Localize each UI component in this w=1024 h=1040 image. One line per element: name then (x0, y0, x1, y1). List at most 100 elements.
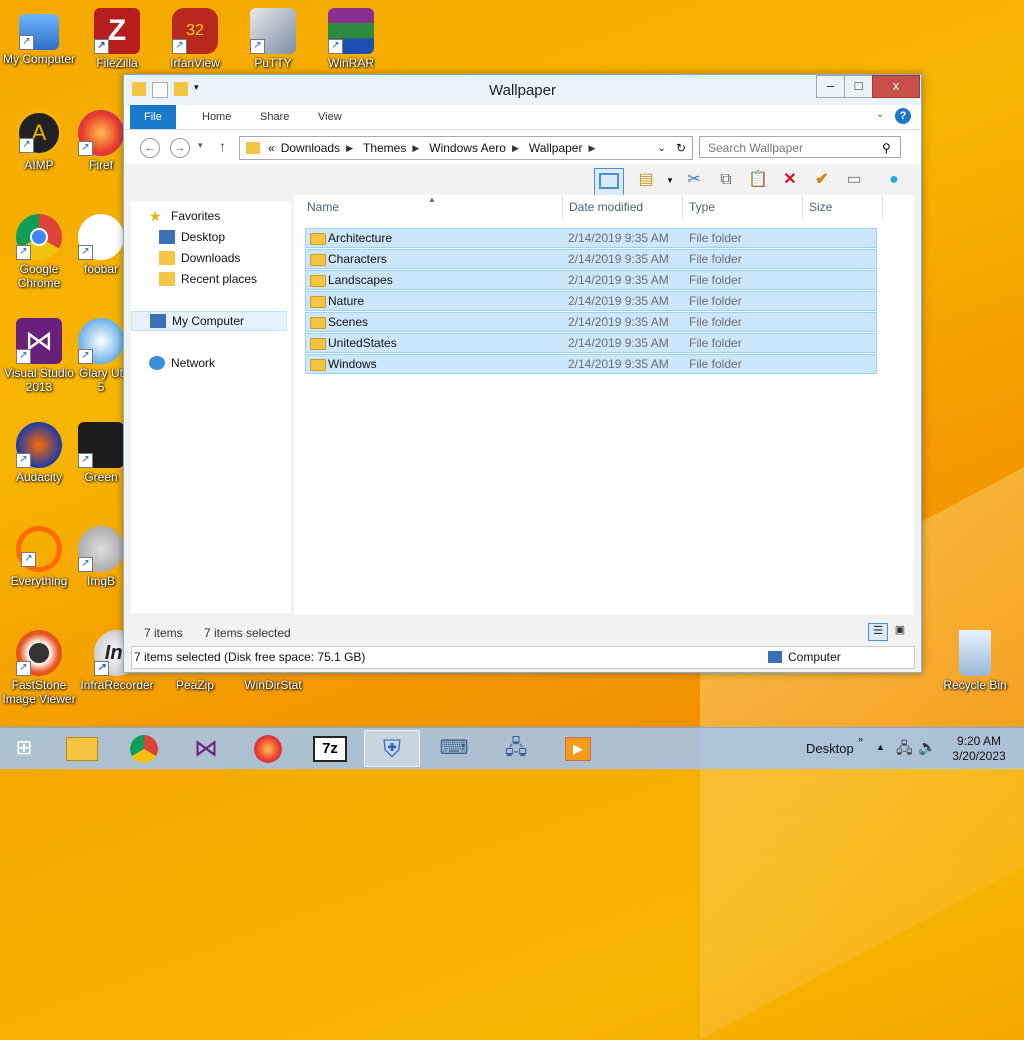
table-row[interactable]: Nature 2/14/2019 9:35 AM File folder (305, 291, 877, 311)
explorer-icon[interactable] (54, 730, 110, 767)
tab-home[interactable]: Home (188, 105, 245, 129)
putty-icon: ↗ (250, 8, 296, 54)
breadcrumb-wallpaper[interactable]: Wallpaper (529, 141, 583, 155)
copy-icon[interactable]: ⧉ (714, 168, 738, 192)
file-list: ▲ Name Date modified Type Size Architect… (294, 195, 914, 615)
column-header-size[interactable]: Size (803, 195, 883, 219)
desktop-icon-audacity[interactable]: ↗ Audacity (0, 422, 78, 484)
desktop-icon-greenshot[interactable]: ↗ Green (78, 422, 124, 484)
column-header-type[interactable]: Type (683, 195, 803, 219)
breadcrumb-separator-icon[interactable]: ▶ (346, 143, 353, 154)
chrome-icon[interactable] (116, 730, 172, 767)
nav-desktop[interactable]: Desktop (159, 227, 225, 247)
column-header-name[interactable]: Name (301, 195, 563, 219)
breadcrumb-themes[interactable]: Themes (363, 141, 406, 155)
desktop-icon-faststone[interactable]: ↗ FastStone Image Viewer (0, 630, 78, 706)
network-icon[interactable]: 🖧 (488, 730, 544, 767)
keyboard-icon[interactable]: ⌨ (426, 730, 482, 767)
taskbar: ⊞ ⋈ 7z ⛨ ⌨ 🖧 ▶ Desktop » ▲ 🖧 🔈 9:20 AM 3… (0, 727, 1024, 769)
nav-recent-places[interactable]: Recent places (159, 269, 257, 289)
breadcrumb-separator-icon[interactable]: ▶ (588, 143, 595, 154)
desktop-icon-aimp[interactable]: A ↗ AIMP (0, 110, 78, 172)
media-icon[interactable]: ▶ (550, 730, 606, 767)
desktop-icon-imgburn[interactable]: ↗ ImgB (78, 526, 124, 588)
preview-pane-icon[interactable] (594, 168, 624, 196)
desktop-toolbar-label[interactable]: Desktop (806, 741, 854, 756)
table-row[interactable]: Windows 2/14/2019 9:35 AM File folder (305, 354, 877, 374)
breadcrumb-overflow[interactable]: « (268, 141, 275, 155)
nav-downloads[interactable]: Downloads (159, 248, 240, 268)
table-row[interactable]: Architecture 2/14/2019 9:35 AM File folder (305, 228, 877, 248)
minimize-button[interactable]: – (816, 75, 845, 98)
desktop-icon-winrar[interactable]: ↗ WinRAR (312, 8, 390, 70)
table-row[interactable]: Landscapes 2/14/2019 9:35 AM File folder (305, 270, 877, 290)
organize-icon[interactable]: ▤ (634, 168, 658, 192)
desktop-icon-recycle-bin[interactable]: Recycle Bin (936, 630, 1014, 692)
chevron-down-icon[interactable]: ▾ (658, 168, 682, 192)
delete-icon[interactable]: ✕ (778, 168, 802, 192)
tab-share[interactable]: Share (246, 105, 303, 129)
breadcrumb-separator-icon[interactable]: ▶ (412, 143, 419, 154)
desktop-icon-filezilla[interactable]: Z ↗ FileZilla (78, 8, 156, 70)
tray-expand-icon[interactable]: ▲ (876, 742, 885, 752)
breadcrumb-separator-icon[interactable]: ▶ (512, 143, 519, 154)
address-bar[interactable]: « Downloads ▶ Themes ▶ Windows Aero ▶ Wallp… (239, 136, 693, 160)
security-icon[interactable]: ⛨ (364, 730, 420, 767)
up-button[interactable]: ↑ (219, 138, 226, 154)
explorer-window[interactable]: ▾ Wallpaper – □ x File Home Share View ⌄… (123, 74, 922, 673)
visual-studio-icon[interactable]: ⋈ (178, 730, 234, 767)
desktop-icon-irfanview[interactable]: 32 ↗ IrfanView (156, 8, 234, 70)
search-input[interactable]: Search Wallpaper (699, 136, 901, 158)
address-history-icon[interactable]: ⌄ (658, 143, 666, 154)
large-icons-view-icon[interactable]: ▣ (890, 623, 910, 641)
tab-file[interactable]: File (130, 105, 176, 129)
desktop-icon-firefox[interactable]: ↗ Firef (78, 110, 124, 172)
breadcrumb-windows-aero[interactable]: Windows Aero (429, 141, 506, 155)
clock[interactable]: 9:20 AM 3/20/2023 (944, 734, 1014, 764)
status-area: 7 items 7 items selected ☰ ▣ (124, 623, 919, 643)
faststone-icon: ↗ (16, 630, 62, 676)
firefox-icon[interactable] (240, 730, 296, 767)
downloads-icon (159, 251, 175, 265)
maximize-button[interactable]: □ (844, 75, 873, 98)
desktop-icon-visual-studio[interactable]: ⋈ ↗ Visual Studio 2013 (0, 318, 78, 394)
cut-icon[interactable]: ✂ (682, 168, 706, 192)
title-bar[interactable]: ▾ Wallpaper – □ x (124, 75, 921, 105)
desktop-icon-putty[interactable]: ↗ PuTTY (234, 8, 312, 70)
breadcrumb-downloads[interactable]: Downloads (281, 141, 340, 155)
column-header-date[interactable]: Date modified (563, 195, 683, 219)
forward-button[interactable]: → (170, 138, 190, 158)
expand-ribbon-icon[interactable]: ⌄ (876, 109, 884, 120)
network-tray-icon[interactable]: 🖧 (896, 738, 913, 763)
glary-icon: ↗ (78, 318, 124, 364)
rename-icon[interactable]: ▭ (842, 168, 866, 192)
desktop-icon-foobar[interactable]: ↗ foobar (78, 214, 124, 276)
desktop-icon-chrome[interactable]: ↗ Google Chrome (0, 214, 78, 290)
7zip-icon[interactable]: 7z (302, 730, 358, 767)
checkmark-icon[interactable]: ✔ (810, 168, 834, 192)
nav-favorites[interactable]: ★ Favorites (149, 206, 220, 226)
irfanview-icon: 32 ↗ (172, 8, 218, 54)
chevrons-icon[interactable]: » (858, 734, 863, 744)
desktop-icon-glary[interactable]: ↗ Glary Ut 5 (78, 318, 124, 394)
desktop-icon-everything[interactable]: ↗ Everything (0, 526, 78, 588)
start-icon[interactable]: ⊞ (0, 730, 48, 767)
table-row[interactable]: Characters 2/14/2019 9:35 AM File folder (305, 249, 877, 269)
desktop-icon-my-computer[interactable]: ↗ My Computer (0, 8, 78, 66)
folder-icon (310, 275, 326, 287)
close-button[interactable]: x (872, 75, 920, 98)
paste-icon[interactable]: 📋 (746, 168, 770, 192)
details-view-icon[interactable]: ☰ (868, 623, 888, 641)
tab-view[interactable]: View (304, 105, 356, 129)
back-button[interactable]: ← (140, 138, 160, 158)
volume-icon[interactable]: 🔈 (918, 738, 937, 756)
globe-icon[interactable]: ● (882, 168, 906, 192)
table-row[interactable]: UnitedStates 2/14/2019 9:35 AM File folder (305, 333, 877, 353)
refresh-icon[interactable]: ↻ (676, 141, 686, 155)
table-row[interactable]: Scenes 2/14/2019 9:35 AM File folder (305, 312, 877, 332)
recent-locations-icon[interactable]: ▾ (198, 140, 203, 151)
nav-my-computer[interactable]: My Computer (131, 311, 287, 331)
nav-network[interactable]: Network (149, 353, 215, 373)
filezilla-icon: Z ↗ (94, 8, 140, 54)
help-icon[interactable]: ? (895, 108, 911, 124)
